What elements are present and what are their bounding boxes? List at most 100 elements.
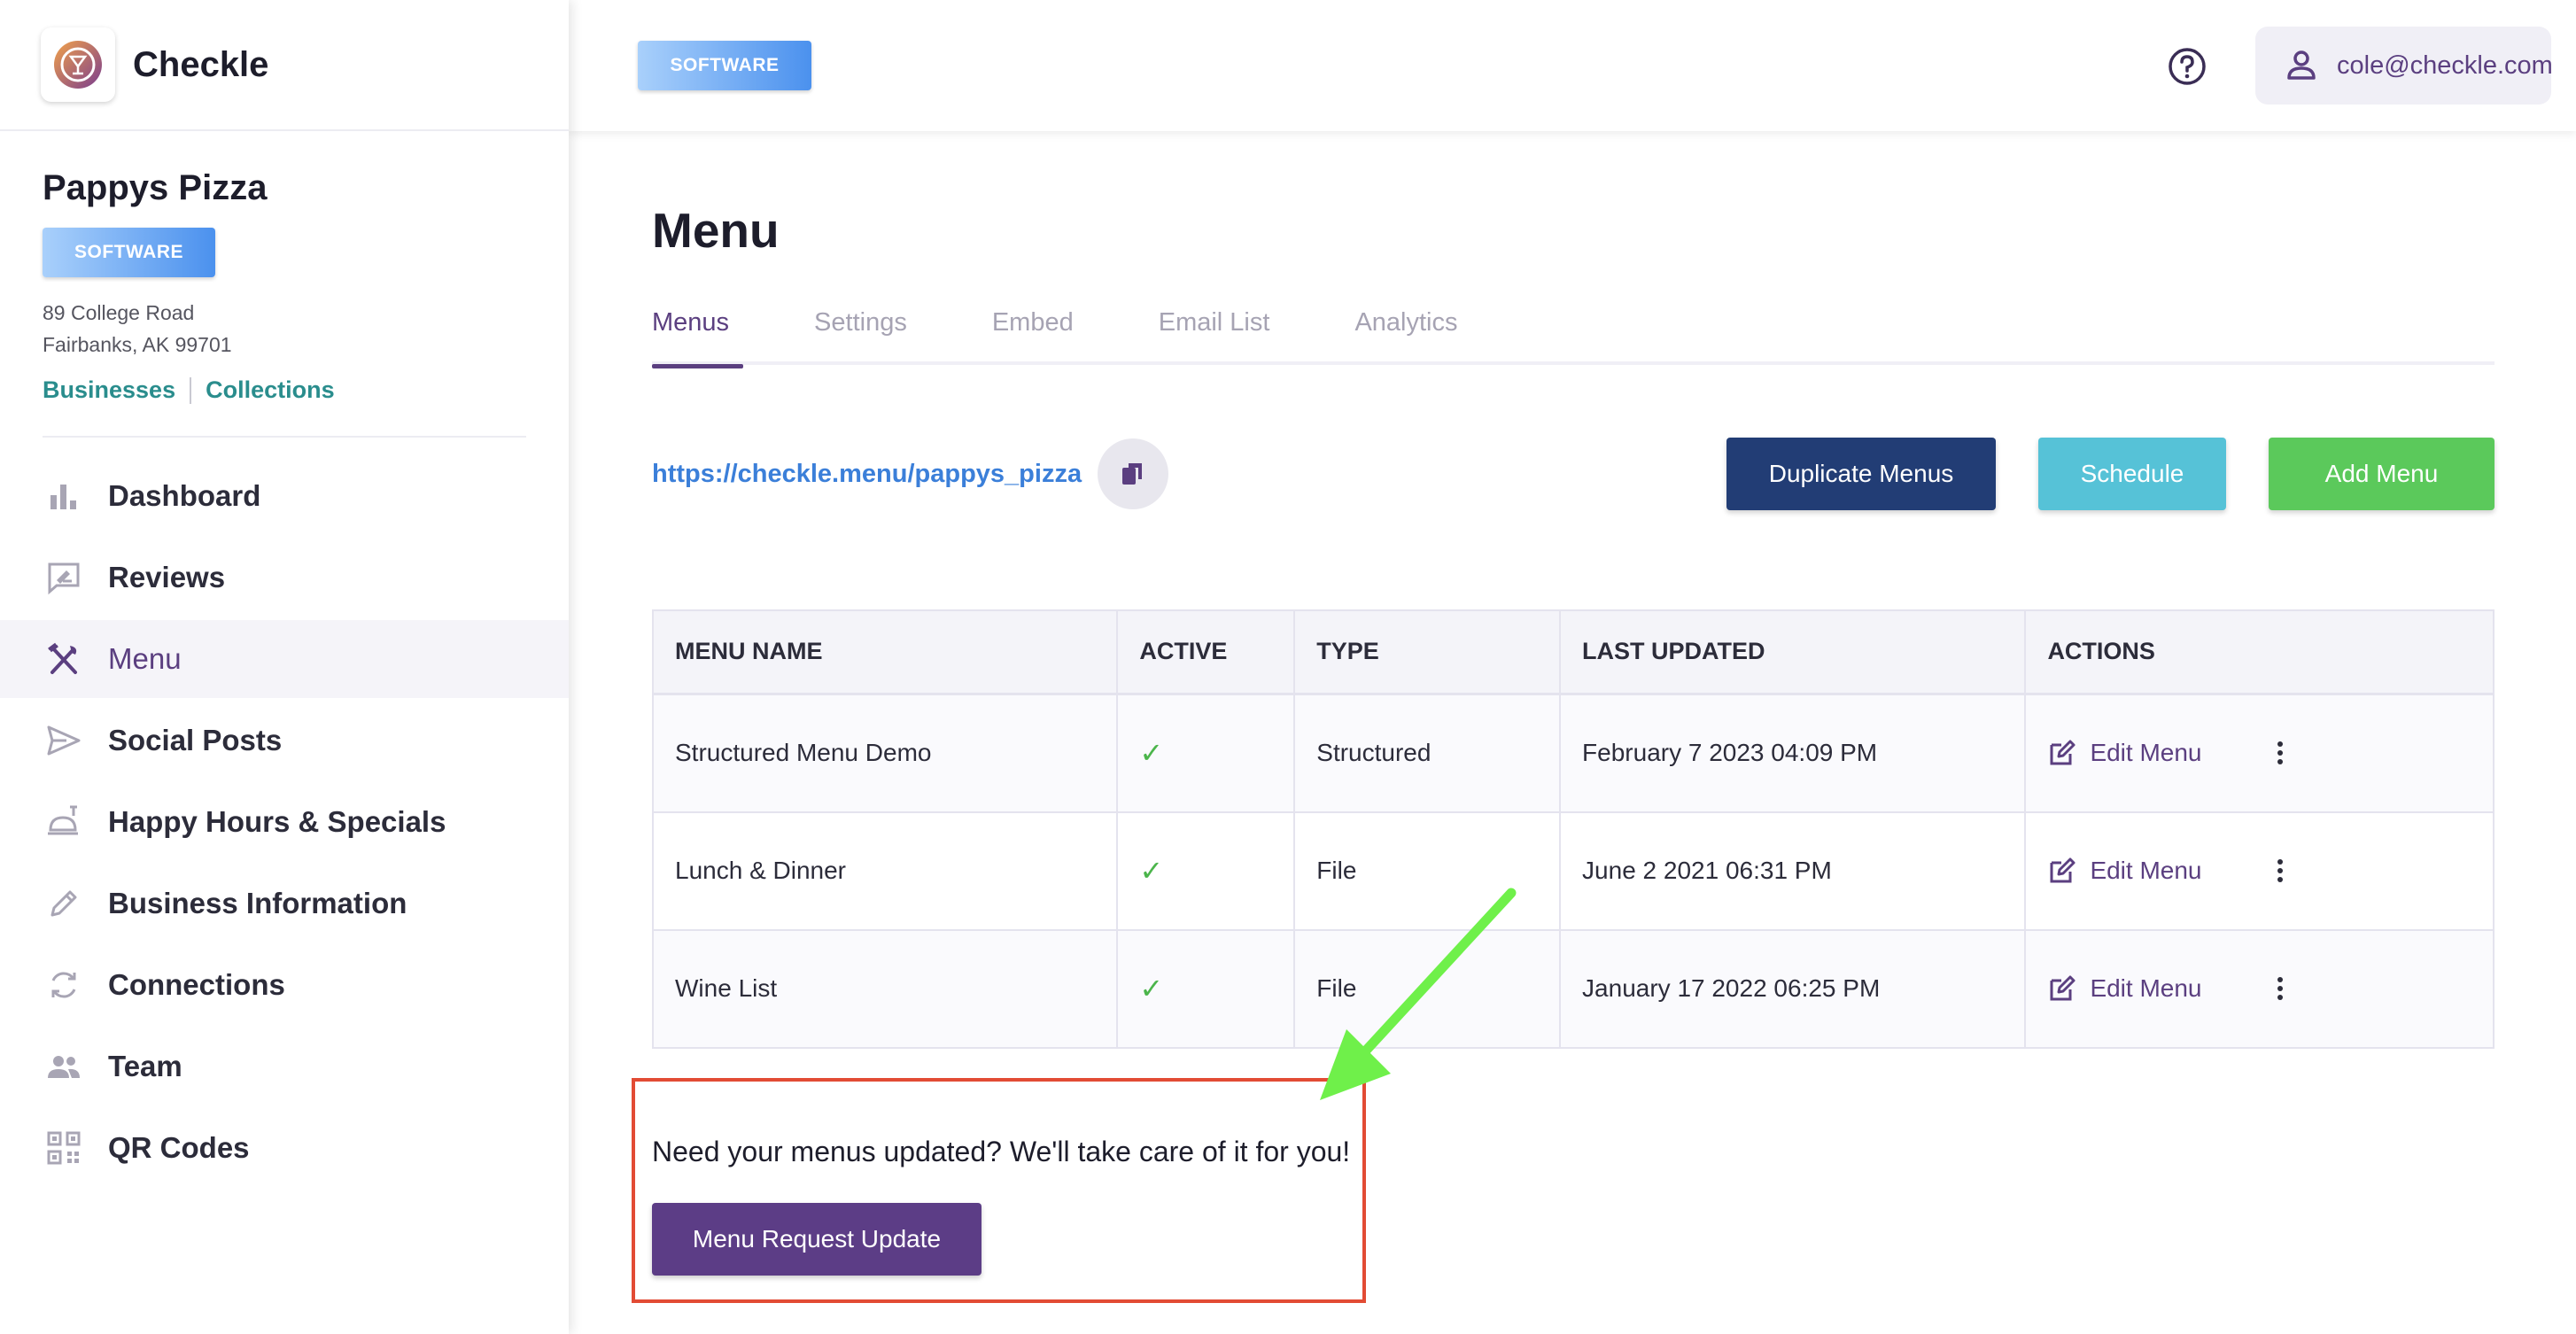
- food-tray-icon: [44, 803, 83, 842]
- column-header-last-updated[interactable]: LAST UPDATED: [1560, 610, 2027, 695]
- business-info: Pappys Pizza SOFTWARE 89 College Road Fa…: [0, 131, 569, 404]
- last-updated-cell: January 17 2022 06:25 PM: [1560, 929, 2027, 1049]
- sidebar-item-label: Social Posts: [108, 724, 283, 756]
- brand[interactable]: Checkle: [0, 0, 569, 131]
- type-cell: Structured: [1294, 694, 1562, 813]
- sidebar-item-label: Business Information: [108, 887, 407, 919]
- edit-menu-label: Edit Menu: [2090, 857, 2202, 884]
- sidebar-item-team[interactable]: Team: [0, 1028, 569, 1105]
- sidebar-item-label: Dashboard: [108, 479, 261, 512]
- utensils-icon: [44, 640, 83, 679]
- checkmark-icon: ✓: [1139, 973, 1164, 1004]
- copy-icon: [1122, 463, 1143, 485]
- user-icon: [2282, 46, 2321, 85]
- actions-cell: Edit Menu: [2025, 694, 2495, 813]
- tab-email-list[interactable]: Email List: [1159, 301, 1270, 365]
- address-line-2: Fairbanks, AK 99701: [43, 333, 232, 356]
- tab-settings[interactable]: Settings: [814, 301, 907, 365]
- sidebar-item-social-posts[interactable]: Social Posts: [0, 702, 569, 779]
- edit-menu-button[interactable]: Edit Menu: [2047, 973, 2202, 1004]
- sync-icon: [44, 966, 83, 1004]
- last-updated-cell: February 7 2023 04:09 PM: [1560, 694, 2027, 813]
- menu-name-cell: Structured Menu Demo: [653, 694, 1119, 813]
- brand-name: Checkle: [133, 44, 269, 84]
- plan-badge: SOFTWARE: [43, 228, 215, 277]
- column-header-menu-name[interactable]: MENU NAME: [653, 610, 1119, 695]
- sidebar-item-reviews[interactable]: Reviews: [0, 539, 569, 617]
- sidebar-item-happy-hours[interactable]: Happy Hours & Specials: [0, 783, 569, 861]
- address-line-1: 89 College Road: [43, 301, 195, 324]
- team-icon: [44, 1047, 83, 1086]
- active-cell: ✓: [1117, 694, 1296, 813]
- active-cell: ✓: [1117, 811, 1296, 931]
- page-title: Menu: [652, 203, 780, 258]
- menu-name-cell: Wine List: [653, 929, 1119, 1049]
- sidebar-item-connections[interactable]: Connections: [0, 946, 569, 1024]
- sidebar-divider: [43, 436, 526, 438]
- actions-wrapper: Edit Menu: [2047, 695, 2493, 811]
- checkmark-icon: ✓: [1139, 737, 1164, 769]
- edit-icon: [2050, 857, 2076, 883]
- add-menu-button[interactable]: Add Menu: [2269, 438, 2495, 510]
- top-header: SOFTWARE cole@checkle.com: [569, 0, 2576, 131]
- update-prompt-text: Need your menus updated? We'll take care…: [652, 1136, 1351, 1167]
- sidebar-item-dashboard[interactable]: Dashboard: [0, 457, 569, 535]
- edit-menu-button[interactable]: Edit Menu: [2047, 856, 2202, 886]
- user-menu[interactable]: cole@checkle.com: [2255, 27, 2553, 105]
- menus-table: MENU NAME ACTIVE TYPE LAST UPDATED ACTIO…: [652, 609, 2495, 1049]
- more-options-icon[interactable]: [2271, 971, 2289, 1006]
- user-email: cole@checkle.com: [2337, 50, 2553, 80]
- tab-menus[interactable]: Menus: [652, 301, 744, 368]
- checkmark-icon: ✓: [1139, 855, 1164, 887]
- menu-request-update-button[interactable]: Menu Request Update: [652, 1203, 982, 1276]
- collections-link[interactable]: Collections: [206, 376, 335, 404]
- actions-wrapper: Edit Menu: [2047, 813, 2493, 929]
- sidebar-item-label: Team: [108, 1050, 182, 1082]
- last-updated-cell: June 2 2021 06:31 PM: [1560, 811, 2027, 931]
- businesses-link[interactable]: Businesses: [43, 376, 175, 404]
- menu-name-cell: Lunch & Dinner: [653, 811, 1119, 931]
- sidebar-item-label: Reviews: [108, 561, 226, 593]
- sidebar-item-menu[interactable]: Menu: [0, 620, 569, 698]
- checkle-logo-icon: [41, 27, 115, 102]
- more-options-icon[interactable]: [2271, 735, 2289, 771]
- active-cell: ✓: [1117, 929, 1296, 1049]
- duplicate-menus-button[interactable]: Duplicate Menus: [1726, 438, 1996, 510]
- sidebar-item-label: Happy Hours & Specials: [108, 805, 446, 838]
- review-icon: [44, 558, 83, 597]
- tab-analytics[interactable]: Analytics: [1354, 301, 1457, 365]
- table-row: Wine List ✓ File January 17 2022 06:25 P…: [653, 929, 2495, 1049]
- qr-code-icon: [44, 1128, 83, 1167]
- help-icon[interactable]: [2167, 46, 2207, 87]
- edit-menu-label: Edit Menu: [2090, 739, 2202, 766]
- table-row: Structured Menu Demo ✓ Structured Februa…: [653, 694, 2495, 813]
- actions-wrapper: Edit Menu: [2047, 931, 2493, 1047]
- sidebar-item-label: QR Codes: [108, 1131, 250, 1164]
- more-options-icon[interactable]: [2271, 853, 2289, 888]
- sidebar-item-label: Menu: [108, 642, 182, 675]
- actions-cell: Edit Menu: [2025, 929, 2495, 1049]
- column-header-type[interactable]: TYPE: [1294, 610, 1562, 695]
- sidebar-item-business-information[interactable]: Business Information: [0, 865, 569, 942]
- sidebar: Checkle Pappys Pizza SOFTWARE 89 College…: [0, 0, 569, 1334]
- sidebar-item-qr-codes[interactable]: QR Codes: [0, 1109, 569, 1187]
- tab-embed[interactable]: Embed: [992, 301, 1074, 365]
- pencil-icon: [44, 884, 83, 923]
- business-links: Businesses Collections: [43, 376, 526, 404]
- column-header-active[interactable]: ACTIVE: [1117, 610, 1296, 695]
- edit-icon: [2050, 975, 2076, 1001]
- actions-cell: Edit Menu: [2025, 811, 2495, 931]
- table-row: Lunch & Dinner ✓ File June 2 2021 06:31 …: [653, 811, 2495, 931]
- copy-url-button[interactable]: [1098, 438, 1169, 509]
- column-header-actions: ACTIONS: [2025, 610, 2495, 695]
- edit-icon: [2050, 740, 2076, 765]
- menu-toolbar: https://checkle.menu/pappys_pizza Duplic…: [652, 438, 2495, 510]
- business-name: Pappys Pizza: [43, 168, 268, 207]
- menu-url-link[interactable]: https://checkle.menu/pappys_pizza: [652, 460, 1082, 489]
- sidebar-nav: Dashboard Reviews Menu Social Posts Happ…: [0, 457, 569, 1187]
- link-separator: [190, 376, 192, 404]
- main-content: Menu Menus Settings Embed Email List Ana…: [652, 131, 2495, 1049]
- schedule-button[interactable]: Schedule: [2038, 438, 2226, 510]
- edit-menu-label: Edit Menu: [2090, 974, 2202, 1002]
- edit-menu-button[interactable]: Edit Menu: [2047, 738, 2202, 768]
